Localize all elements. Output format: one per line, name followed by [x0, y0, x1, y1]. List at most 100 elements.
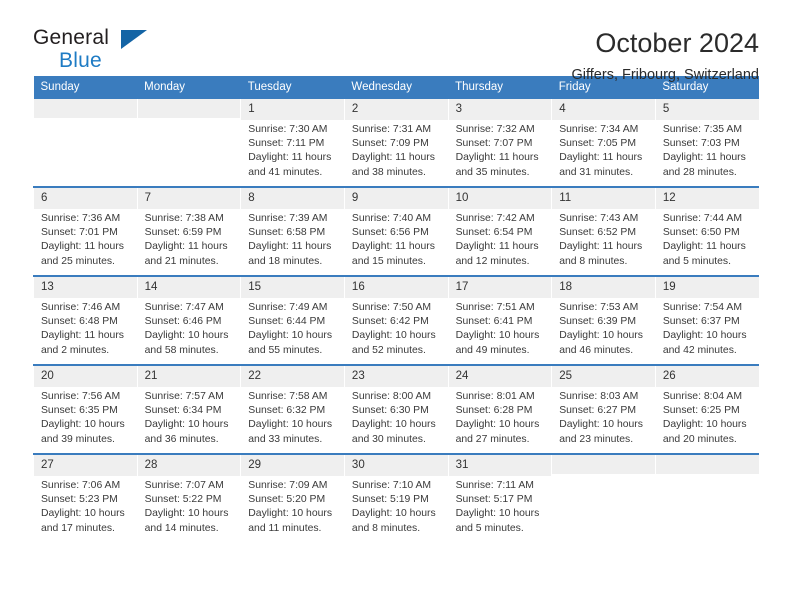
- daylight-line2-text: and 18 minutes.: [248, 255, 323, 267]
- day-details: Sunrise: 7:06 AM Sunset: 5:23 PM Daylight:…: [34, 476, 137, 536]
- calendar-day-cell[interactable]: 17 Sunrise: 7:51 AM Sunset: 6:41 PM Dayligh…: [447, 275, 552, 365]
- calendar-day-cell[interactable]: 10 Sunrise: 7:42 AM Sunset: 6:54 PM Dayligh…: [447, 186, 552, 276]
- calendar-day-cell[interactable]: 18 Sunrise: 7:53 AM Sunset: 6:39 PM Dayligh…: [551, 275, 656, 365]
- calendar-day-cell[interactable]: 20 Sunrise: 7:56 AM Sunset: 6:35 PM Dayligh…: [33, 364, 138, 454]
- daylight-line1-text: Daylight: 11 hours: [248, 241, 332, 253]
- day-number: [552, 455, 655, 474]
- sunrise-text: Sunrise: 7:06 AM: [41, 479, 121, 491]
- calendar-day-cell[interactable]: 7 Sunrise: 7:38 AM Sunset: 6:59 PM Daylight…: [136, 186, 241, 276]
- calendar-day-cell[interactable]: 2 Sunrise: 7:31 AM Sunset: 7:09 PM Daylight…: [343, 99, 449, 187]
- day-number: 23: [344, 366, 448, 387]
- logo-text-blue: Blue: [59, 49, 102, 72]
- calendar-day-cell[interactable]: 26 Sunrise: 8:04 AM Sunset: 6:25 PM Dayligh…: [654, 364, 759, 454]
- page-header: General Blue October 2024 Giffers, Fribo…: [33, 0, 759, 83]
- day-number: [137, 99, 241, 118]
- calendar-day-cell[interactable]: 12 Sunrise: 7:44 AM Sunset: 6:50 PM Dayligh…: [654, 186, 759, 276]
- day-number: 24: [448, 366, 552, 387]
- sunrise-text: Sunrise: 7:53 AM: [559, 301, 639, 313]
- daylight-line1-text: Daylight: 10 hours: [144, 330, 229, 342]
- calendar-day-cell[interactable]: 27 Sunrise: 7:06 AM Sunset: 5:23 PM Dayligh…: [33, 453, 138, 543]
- day-number: 16: [344, 277, 448, 298]
- sunrise-text: Sunrise: 7:44 AM: [662, 212, 742, 224]
- day-number: 29: [241, 455, 344, 476]
- day-number: 2: [344, 99, 448, 120]
- calendar-day-cell[interactable]: 11 Sunrise: 7:43 AM Sunset: 6:52 PM Dayligh…: [551, 186, 656, 276]
- calendar-day-cell[interactable]: 15 Sunrise: 7:49 AM Sunset: 6:44 PM Dayligh…: [240, 275, 345, 365]
- calendar-day-cell[interactable]: 29 Sunrise: 7:09 AM Sunset: 5:20 PM Dayligh…: [240, 453, 345, 543]
- daylight-line2-text: and 36 minutes.: [144, 433, 219, 445]
- calendar-day-cell[interactable]: 23 Sunrise: 8:00 AM Sunset: 6:30 PM Dayligh…: [343, 364, 449, 454]
- sunset-text: Sunset: 6:54 PM: [455, 226, 533, 238]
- day-number: 21: [137, 366, 241, 387]
- sunset-text: Sunset: 6:44 PM: [248, 315, 326, 327]
- calendar-day-cell[interactable]: 1 Sunrise: 7:30 AM Sunset: 7:11 PM Daylight…: [240, 99, 345, 187]
- sunrise-text: Sunrise: 8:04 AM: [662, 390, 742, 402]
- day-details: Sunrise: 7:50 AM Sunset: 6:42 PM Daylight:…: [345, 298, 448, 358]
- calendar-day-cell[interactable]: 25 Sunrise: 8:03 AM Sunset: 6:27 PM Dayligh…: [551, 364, 656, 454]
- calendar-day-cell[interactable]: 22 Sunrise: 7:58 AM Sunset: 6:32 PM Dayligh…: [240, 364, 345, 454]
- weekday-header-wednesday: Wednesday: [344, 76, 449, 99]
- sunrise-text: Sunrise: 7:49 AM: [248, 301, 328, 313]
- sunrise-text: Sunrise: 8:01 AM: [455, 390, 535, 402]
- daylight-line1-text: Daylight: 10 hours: [662, 330, 747, 342]
- sunset-text: Sunset: 5:23 PM: [41, 493, 118, 505]
- daylight-line1-text: Daylight: 11 hours: [662, 241, 746, 253]
- calendar-day-cell[interactable]: 3 Sunrise: 7:32 AM Sunset: 7:07 PM Daylight…: [447, 99, 552, 187]
- daylight-line1-text: Daylight: 10 hours: [41, 508, 125, 520]
- day-number: 18: [552, 277, 655, 298]
- daylight-line2-text: and 39 minutes.: [41, 433, 115, 445]
- day-details: Sunrise: 7:57 AM Sunset: 6:34 PM Daylight:…: [138, 387, 241, 447]
- calendar-day-cell[interactable]: 13 Sunrise: 7:46 AM Sunset: 6:48 PM Dayligh…: [33, 275, 138, 365]
- daylight-line1-text: Daylight: 11 hours: [144, 241, 228, 253]
- day-number: 22: [241, 366, 344, 387]
- sunrise-text: Sunrise: 7:09 AM: [248, 479, 328, 491]
- calendar-day-cell[interactable]: 28 Sunrise: 7:07 AM Sunset: 5:22 PM Dayligh…: [136, 453, 241, 543]
- sunrise-text: Sunrise: 7:43 AM: [559, 212, 639, 224]
- sunrise-text: Sunrise: 7:32 AM: [455, 123, 535, 135]
- sunset-text: Sunset: 5:17 PM: [455, 493, 533, 505]
- calendar-day-cell[interactable]: 4 Sunrise: 7:34 AM Sunset: 7:05 PM Daylight…: [551, 99, 656, 187]
- calendar-day-cell[interactable]: 31 Sunrise: 7:11 AM Sunset: 5:17 PM Dayligh…: [447, 453, 552, 543]
- calendar-day-cell-empty: [654, 453, 759, 543]
- daylight-line1-text: Daylight: 11 hours: [248, 152, 332, 164]
- sunset-text: Sunset: 6:46 PM: [144, 315, 222, 327]
- day-number: 28: [137, 455, 241, 476]
- daylight-line2-text: and 14 minutes.: [144, 522, 219, 534]
- sunset-text: Sunset: 6:42 PM: [351, 315, 429, 327]
- daylight-line2-text: and 21 minutes.: [144, 255, 219, 267]
- daylight-line2-text: and 20 minutes.: [662, 433, 737, 445]
- calendar-day-cell[interactable]: 24 Sunrise: 8:01 AM Sunset: 6:28 PM Dayligh…: [447, 364, 552, 454]
- day-number: 8: [241, 188, 344, 209]
- calendar-day-cell[interactable]: 21 Sunrise: 7:57 AM Sunset: 6:34 PM Dayligh…: [136, 364, 241, 454]
- daylight-line1-text: Daylight: 10 hours: [41, 419, 125, 431]
- calendar-week-row: 1 Sunrise: 7:30 AM Sunset: 7:11 PM Daylight…: [33, 99, 759, 187]
- calendar-day-cell[interactable]: 5 Sunrise: 7:35 AM Sunset: 7:03 PM Daylight…: [654, 99, 759, 187]
- day-number: 6: [34, 188, 137, 209]
- calendar-day-cell[interactable]: 8 Sunrise: 7:39 AM Sunset: 6:58 PM Daylight…: [240, 186, 345, 276]
- calendar-day-cell[interactable]: 16 Sunrise: 7:50 AM Sunset: 6:42 PM Dayligh…: [343, 275, 449, 365]
- calendar-day-cell[interactable]: 19 Sunrise: 7:54 AM Sunset: 6:37 PM Dayligh…: [654, 275, 759, 365]
- day-number: 27: [34, 455, 137, 476]
- day-number: 1: [241, 99, 344, 120]
- day-details: Sunrise: 8:01 AM Sunset: 6:28 PM Daylight:…: [449, 387, 552, 447]
- sunset-text: Sunset: 6:34 PM: [144, 404, 222, 416]
- day-details: Sunrise: 7:40 AM Sunset: 6:56 PM Daylight:…: [345, 209, 448, 269]
- daylight-line2-text: and 33 minutes.: [248, 433, 323, 445]
- sunrise-text: Sunrise: 8:03 AM: [559, 390, 639, 402]
- calendar-day-cell[interactable]: 9 Sunrise: 7:40 AM Sunset: 6:56 PM Daylight…: [343, 186, 449, 276]
- sunset-text: Sunset: 7:03 PM: [662, 137, 740, 149]
- sunrise-text: Sunrise: 8:00 AM: [351, 390, 432, 402]
- day-details: Sunrise: 8:00 AM Sunset: 6:30 PM Daylight:…: [345, 387, 448, 447]
- sunset-text: Sunset: 6:32 PM: [248, 404, 326, 416]
- calendar-day-cell[interactable]: 14 Sunrise: 7:47 AM Sunset: 6:46 PM Dayligh…: [136, 275, 241, 365]
- sunrise-text: Sunrise: 7:57 AM: [144, 390, 224, 402]
- daylight-line1-text: Daylight: 10 hours: [248, 330, 333, 342]
- daylight-line2-text: and 5 minutes.: [455, 522, 524, 534]
- calendar-week-row: 6 Sunrise: 7:36 AM Sunset: 7:01 PM Daylight…: [33, 186, 759, 276]
- daylight-line1-text: Daylight: 10 hours: [351, 419, 436, 431]
- day-number: 13: [34, 277, 137, 298]
- calendar-day-cell[interactable]: 30 Sunrise: 7:10 AM Sunset: 5:19 PM Dayligh…: [343, 453, 449, 543]
- daylight-line2-text: and 8 minutes.: [559, 255, 628, 267]
- sunset-text: Sunset: 7:09 PM: [351, 137, 429, 149]
- calendar-day-cell[interactable]: 6 Sunrise: 7:36 AM Sunset: 7:01 PM Daylight…: [33, 186, 138, 276]
